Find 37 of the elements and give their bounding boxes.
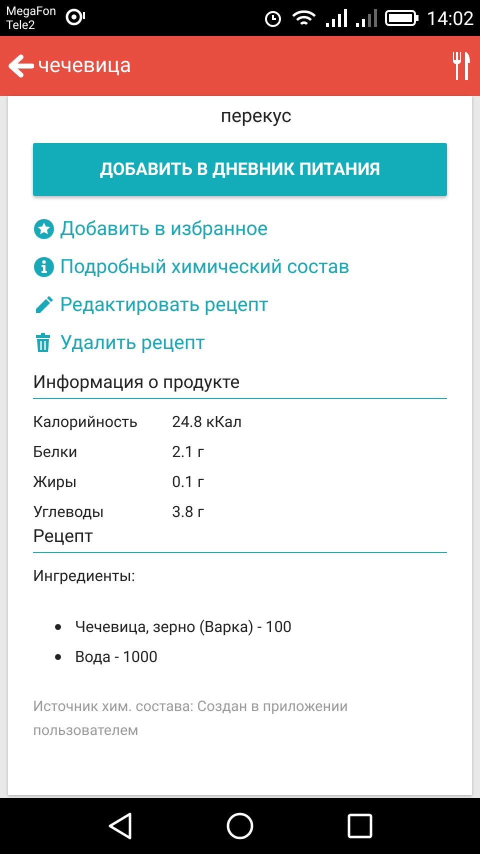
clock-time: 14:02 xyxy=(426,6,474,30)
action-link[interactable]: Добавить в избранное xyxy=(33,214,447,243)
source-note: Источник хим. состава: Создан в приложении пользователем xyxy=(33,697,349,741)
ingredient-item: Чечевица, зерно (Варка) - 100 xyxy=(75,618,292,636)
carrier-name: MegaFon xyxy=(6,4,56,18)
back-icon[interactable] xyxy=(106,812,133,840)
meal-type: перекус xyxy=(220,104,292,127)
pencil-icon xyxy=(33,294,55,316)
recents-icon[interactable] xyxy=(347,813,374,839)
bullet-icon xyxy=(55,654,61,660)
section-heading: Рецепт xyxy=(33,526,447,553)
ingredient-item: Вода - 1000 xyxy=(75,648,158,666)
home-icon[interactable] xyxy=(226,812,254,840)
nutrient-value: 0.1 г xyxy=(172,472,204,490)
bullet-icon xyxy=(55,624,61,630)
nutrient-value: 3.8 г xyxy=(172,502,204,520)
carrier-name: Tele2 xyxy=(6,18,36,32)
ingredients-label: Ингредиенты: xyxy=(33,567,136,585)
add-to-diary-button[interactable]: ДОБАВИТЬ В ДНЕВНИК ПИТАНИЯ xyxy=(33,143,447,196)
section-heading: Информация о продукте xyxy=(33,372,447,399)
fork-knife-icon[interactable] xyxy=(452,51,472,81)
nutrient-value: 2.1 г xyxy=(172,442,204,460)
alarm-icon xyxy=(262,8,283,28)
nutrient-name: Белки xyxy=(33,442,78,460)
info-icon xyxy=(33,256,55,278)
nutrient-name: Жиры xyxy=(33,472,78,490)
nutrient-name: Калорийность xyxy=(33,412,139,430)
battery-icon xyxy=(384,9,419,27)
action-link[interactable]: Подробный химический состав xyxy=(33,252,447,281)
nutrient-name: Углеводы xyxy=(33,502,105,520)
nutrient-value: 24.8 кКал xyxy=(172,412,242,430)
signal-icon xyxy=(354,8,377,28)
action-link[interactable]: Удалить рецепт xyxy=(33,328,447,357)
back-arrow-icon[interactable] xyxy=(8,54,34,78)
screen-title: чечевица xyxy=(38,54,132,78)
action-link[interactable]: Редактировать рецепт xyxy=(33,290,447,319)
signal-icon xyxy=(324,8,347,28)
